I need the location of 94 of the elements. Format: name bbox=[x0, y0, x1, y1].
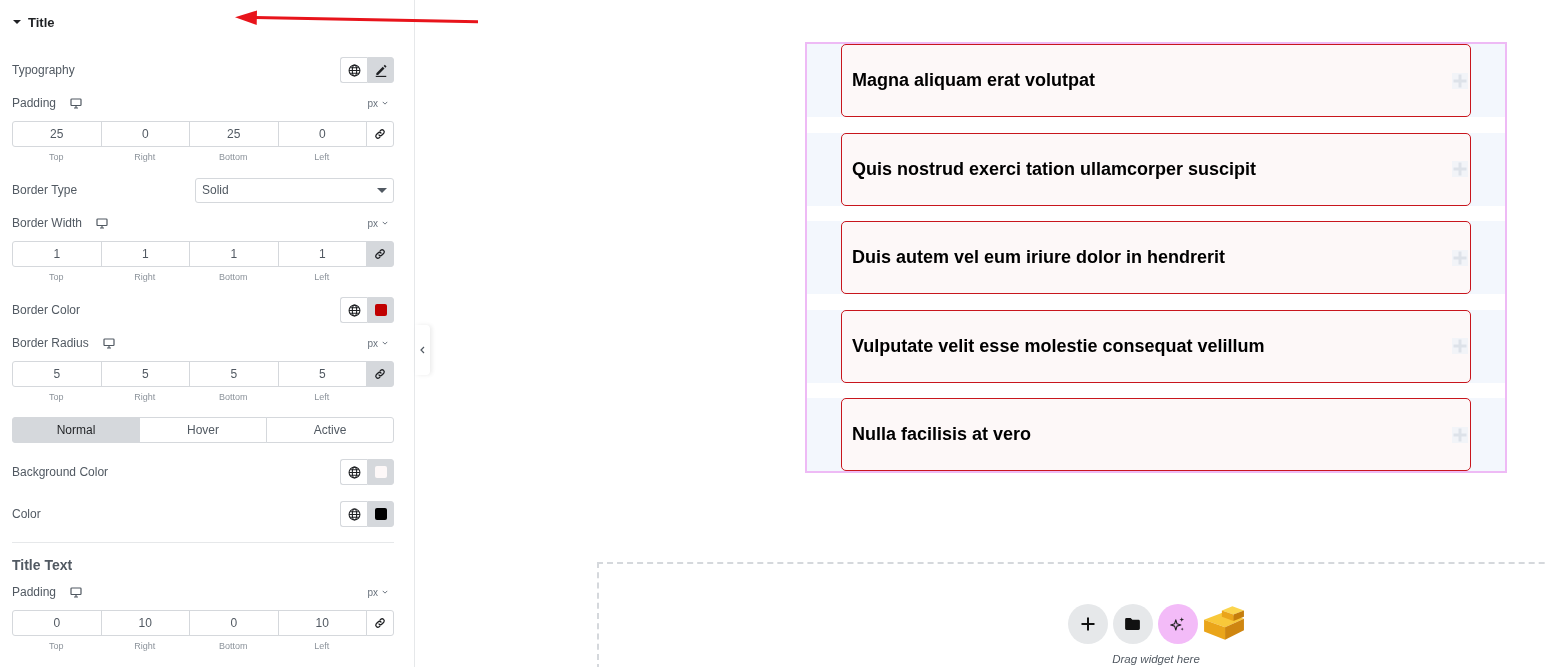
control-label: Padding bbox=[12, 96, 57, 110]
unit-select[interactable]: px bbox=[367, 586, 388, 598]
dimension-input[interactable]: 10 bbox=[100, 610, 190, 636]
control-label: Border Width bbox=[12, 216, 83, 230]
chevron-left-icon bbox=[420, 346, 425, 354]
side-label: Top bbox=[49, 641, 64, 651]
caret-down-icon bbox=[377, 187, 387, 193]
control-label: Typography bbox=[12, 63, 75, 77]
dimension-input[interactable]: 5 bbox=[189, 361, 279, 387]
chevron-down-icon bbox=[382, 341, 388, 345]
chevron-down-icon bbox=[382, 101, 388, 105]
side-label: Left bbox=[314, 641, 330, 651]
global-colors-button[interactable] bbox=[340, 297, 367, 323]
global-colors-button[interactable] bbox=[340, 459, 367, 485]
side-label: Top bbox=[49, 152, 64, 162]
dimension-input[interactable]: 25 bbox=[189, 121, 279, 147]
unit-select[interactable]: px bbox=[367, 217, 388, 229]
caret-icon bbox=[13, 20, 21, 24]
control-label: Padding bbox=[12, 585, 57, 599]
desktop-icon[interactable] bbox=[96, 217, 109, 229]
edit-button[interactable] bbox=[367, 57, 394, 83]
dimension-input[interactable]: 0 bbox=[12, 610, 102, 636]
link-icon bbox=[374, 368, 386, 380]
link-values-button[interactable] bbox=[366, 610, 394, 636]
accordion-item[interactable]: Nulla facilisis at vero bbox=[841, 398, 1471, 471]
desktop-icon[interactable] bbox=[70, 586, 83, 598]
side-label: Right bbox=[134, 392, 156, 402]
unit-select[interactable]: px bbox=[367, 97, 388, 109]
control-label: Border Type bbox=[12, 183, 78, 197]
dimension-input[interactable]: 1 bbox=[12, 241, 102, 267]
link-icon bbox=[374, 128, 386, 140]
select-value: Solid bbox=[202, 183, 229, 197]
add-section-button[interactable] bbox=[1067, 604, 1108, 644]
dimension-input[interactable]: 1 bbox=[100, 241, 190, 267]
dimension-input[interactable]: 5 bbox=[100, 361, 190, 387]
side-label: Left bbox=[314, 272, 330, 282]
link-icon bbox=[374, 617, 386, 629]
chevron-down-icon bbox=[382, 221, 388, 225]
color-picker-button[interactable] bbox=[367, 501, 394, 527]
ai-button[interactable] bbox=[1157, 604, 1198, 644]
control-label: Color bbox=[12, 507, 41, 521]
globe-icon bbox=[347, 507, 361, 521]
side-label: Left bbox=[314, 392, 330, 402]
link-icon bbox=[374, 248, 386, 260]
side-label: Bottom bbox=[219, 152, 248, 162]
accordion-item[interactable]: Quis nostrud exerci tation ullamcorper suscipit bbox=[841, 132, 1471, 206]
dimension-input[interactable]: 25 bbox=[12, 121, 102, 147]
pencil-icon bbox=[373, 63, 388, 77]
control-label: Background Color bbox=[12, 465, 109, 479]
desktop-icon[interactable] bbox=[102, 337, 115, 349]
accordion-item[interactable]: Magna aliquam erat volutpat bbox=[841, 44, 1471, 117]
side-label: Bottom bbox=[219, 392, 248, 402]
side-label: Right bbox=[134, 152, 156, 162]
link-values-button[interactable] bbox=[366, 121, 394, 147]
plus-icon bbox=[1080, 617, 1095, 631]
global-settings-button[interactable] bbox=[340, 57, 367, 83]
state-tab[interactable]: Hover bbox=[139, 417, 267, 443]
globe-icon bbox=[347, 63, 361, 77]
link-values-button[interactable] bbox=[366, 241, 394, 267]
unit-select[interactable]: px bbox=[367, 337, 388, 349]
globe-icon bbox=[347, 303, 361, 317]
section-heading: Title Text bbox=[12, 557, 73, 573]
side-label: Right bbox=[134, 272, 156, 282]
state-tab[interactable]: Active bbox=[266, 417, 394, 443]
color-picker-button[interactable] bbox=[367, 459, 394, 485]
globe-icon bbox=[347, 465, 361, 479]
color-picker-button[interactable] bbox=[367, 297, 394, 323]
accordion-item[interactable]: Vulputate velit esse molestie consequat velillum bbox=[841, 309, 1471, 383]
section-header[interactable]: Title bbox=[12, 0, 55, 44]
dimension-input[interactable]: 1 bbox=[189, 241, 279, 267]
link-values-button[interactable] bbox=[366, 361, 394, 387]
state-tab[interactable]: Normal bbox=[12, 417, 140, 443]
global-colors-button[interactable] bbox=[340, 501, 367, 527]
chevron-down-icon bbox=[382, 590, 388, 594]
block-stack-icon[interactable] bbox=[1202, 605, 1245, 641]
dimension-input[interactable]: 5 bbox=[12, 361, 102, 387]
dimension-input[interactable]: 0 bbox=[100, 121, 190, 147]
template-library-button[interactable] bbox=[1112, 604, 1153, 644]
side-label: Top bbox=[49, 272, 64, 282]
collapse-panel-handle[interactable] bbox=[415, 325, 430, 375]
drop-hint: Drag widget here bbox=[1112, 653, 1200, 665]
side-label: Top bbox=[49, 392, 64, 402]
sparkle-icon bbox=[1169, 615, 1186, 633]
border-type-select[interactable]: Solid bbox=[195, 177, 394, 203]
control-label: Border Color bbox=[12, 303, 81, 317]
side-label: Bottom bbox=[219, 272, 248, 282]
accordion-item[interactable]: Duis autem vel eum iriure dolor in hendrerit bbox=[841, 221, 1471, 294]
desktop-icon[interactable] bbox=[70, 97, 83, 109]
side-label: Right bbox=[134, 641, 156, 651]
side-label: Bottom bbox=[219, 641, 248, 651]
control-label: Border Radius bbox=[12, 336, 89, 350]
folder-icon bbox=[1125, 618, 1140, 630]
dimension-input[interactable]: 0 bbox=[189, 610, 279, 636]
side-label: Left bbox=[314, 152, 330, 162]
